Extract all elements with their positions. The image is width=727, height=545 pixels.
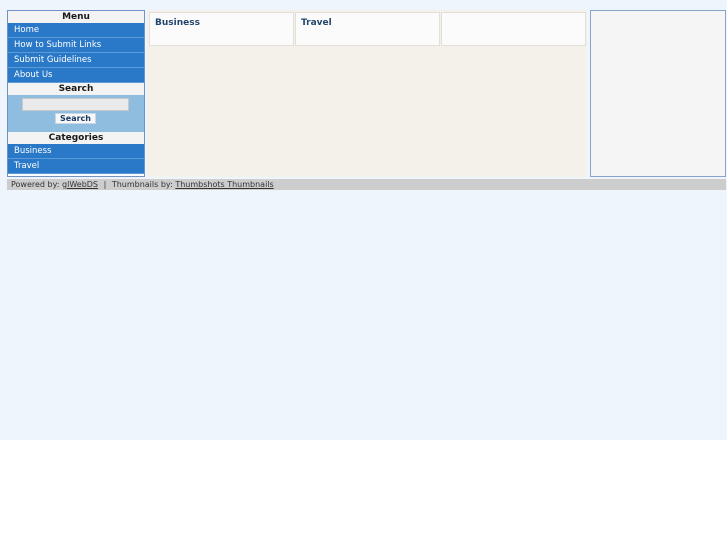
- footer-thumbnails-prefix: Thumbnails by:: [111, 180, 173, 189]
- search-panel: Search: [8, 95, 144, 132]
- page-background: Menu Home How to Submit Links Submit Gui…: [0, 0, 727, 440]
- footer-glwebds-link[interactable]: glWebDS: [62, 180, 98, 189]
- menu-heading: Menu: [8, 11, 144, 23]
- category-tile-title[interactable]: Travel: [301, 18, 332, 28]
- search-button[interactable]: Search: [55, 113, 96, 124]
- search-heading: Search: [8, 83, 144, 95]
- footer-separator: |: [103, 180, 107, 189]
- footer-powered-prefix: Powered by:: [11, 180, 60, 189]
- menu-item-how-to-submit-links[interactable]: How to Submit Links: [8, 38, 144, 53]
- right-sidebar-panel: [590, 10, 726, 177]
- category-item-business[interactable]: Business: [8, 144, 144, 159]
- search-input[interactable]: [22, 98, 129, 111]
- footer-thumbshots-link[interactable]: Thumbshots Thumbnails: [175, 180, 273, 189]
- categories-heading: Categories: [8, 132, 144, 144]
- category-item-travel[interactable]: Travel: [8, 159, 144, 174]
- category-tile-business: Business: [149, 12, 294, 46]
- layout-wrapper: Menu Home How to Submit Links Submit Gui…: [7, 10, 726, 178]
- main-content: Business Travel: [147, 10, 587, 177]
- menu-item-about-us[interactable]: About Us: [8, 68, 144, 83]
- category-tile-travel: Travel: [295, 12, 440, 46]
- category-tile-title[interactable]: Business: [155, 18, 200, 28]
- category-tile-empty: [441, 12, 586, 46]
- sidebar: Menu Home How to Submit Links Submit Gui…: [7, 10, 145, 177]
- footer: Powered by: glWebDS | Thumbnails by: Thu…: [7, 179, 726, 190]
- menu-item-home[interactable]: Home: [8, 23, 144, 38]
- menu-item-submit-guidelines[interactable]: Submit Guidelines: [8, 53, 144, 68]
